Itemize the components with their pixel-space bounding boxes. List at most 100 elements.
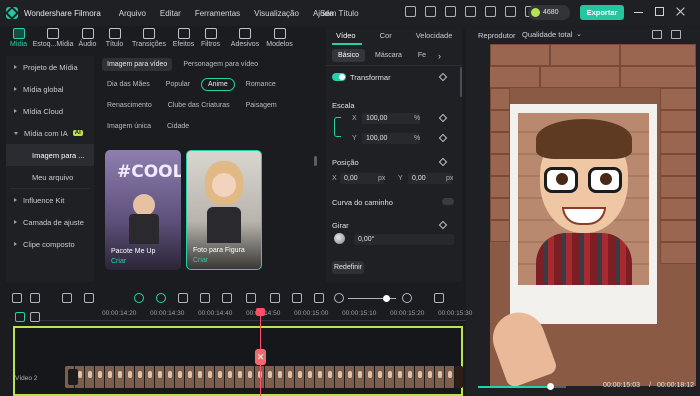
quality-select[interactable]: Qualidade total — [522, 30, 572, 39]
sidebar-item-my-files[interactable]: Meu arquivo — [6, 166, 94, 188]
subtitle-icon[interactable] — [292, 293, 302, 303]
sidebar-item-image-to-video[interactable]: Imagem para ... — [6, 144, 94, 166]
split-tool-icon[interactable] — [30, 293, 40, 303]
undo-icon[interactable] — [62, 293, 72, 303]
content-scrollbar[interactable] — [314, 156, 317, 166]
tab-character-to-video[interactable]: Personagem para vídeo — [178, 58, 263, 71]
subtab-basic[interactable]: Básico — [332, 49, 366, 62]
keyframe-diamond-icon[interactable] — [438, 157, 448, 167]
subtab-more[interactable]: Fe — [412, 49, 432, 62]
seekbar-knob[interactable] — [547, 383, 555, 390]
template-card-pack-me-up[interactable]: #COOL Pacote Me Up Criar — [105, 150, 181, 270]
fullscreen-icon[interactable] — [671, 30, 681, 39]
select-tool-icon[interactable] — [12, 293, 22, 303]
keyframe-diamond-icon[interactable] — [438, 133, 448, 143]
minimize-icon[interactable] — [634, 7, 643, 13]
maximize-icon[interactable] — [655, 7, 664, 16]
zoom-knob[interactable] — [383, 295, 391, 302]
video-clip[interactable] — [65, 366, 463, 388]
sidebar-item-global-media[interactable]: Mídia global — [6, 78, 94, 100]
rotate-dial[interactable] — [334, 233, 345, 244]
link-icon[interactable] — [15, 312, 25, 322]
zoom-in-icon[interactable] — [402, 293, 412, 303]
keyframe-diamond-icon[interactable] — [438, 113, 448, 123]
gift-icon[interactable] — [405, 6, 416, 17]
tab-transitions[interactable]: Transições — [129, 27, 169, 53]
redo-icon[interactable] — [84, 293, 94, 303]
layout-icon[interactable] — [314, 293, 324, 303]
tab-color[interactable]: Cor — [380, 31, 392, 40]
tab-media[interactable]: Mídia — [6, 27, 31, 53]
close-icon[interactable] — [676, 7, 685, 16]
export-button[interactable]: Exportar — [580, 5, 624, 20]
save-icon[interactable] — [465, 6, 476, 17]
filter-city[interactable]: Cidade — [162, 120, 194, 133]
sidebar-item-influence-kit[interactable]: Influence Kit — [6, 189, 94, 211]
ai-tool-icon[interactable] — [156, 293, 166, 303]
keyframe-diamond-icon[interactable] — [438, 72, 448, 82]
scale-x-input[interactable]: 100,00 — [362, 113, 420, 124]
video-preview[interactable] — [490, 44, 696, 386]
sidebar-item-project-media[interactable]: Projeto de Mídia — [6, 56, 94, 78]
tab-filters[interactable]: Filtros — [198, 27, 223, 53]
subtab-mask[interactable]: Máscara — [369, 49, 408, 62]
cloud-icon[interactable] — [485, 6, 496, 17]
headset-icon[interactable] — [505, 6, 516, 17]
snapshot-icon[interactable] — [178, 293, 188, 303]
flag-icon[interactable] — [425, 6, 436, 17]
zoom-out-icon[interactable] — [334, 293, 344, 303]
layout-icon[interactable] — [445, 6, 456, 17]
transform-toggle[interactable] — [332, 73, 346, 81]
path-curve-toggle[interactable] — [442, 198, 454, 205]
record-icon[interactable] — [200, 293, 210, 303]
music-icon[interactable] — [270, 293, 280, 303]
tab-audio[interactable]: Áudio — [75, 27, 100, 53]
filter-renaissance[interactable]: Renascimento — [102, 99, 157, 112]
sidebar-item-ai-media[interactable]: Mídia com IA AI — [6, 122, 94, 144]
track-manage-icon[interactable] — [30, 312, 40, 322]
tab-stock-media[interactable]: Estoq...Mídia — [33, 27, 73, 53]
filter-single-image[interactable]: Imagem única — [102, 120, 156, 133]
chevron-down-icon[interactable]: ⌄ — [576, 30, 582, 38]
filter-romance[interactable]: Romance — [241, 78, 281, 91]
tab-stickers[interactable]: Adesivos — [225, 27, 265, 53]
menu-visualizacao[interactable]: Visualização — [254, 9, 299, 18]
scale-y-input[interactable]: 100,00 — [362, 133, 420, 144]
sidebar-item-cloud-media[interactable]: Mídia Cloud — [6, 100, 94, 122]
video-track[interactable] — [13, 326, 463, 396]
reset-button[interactable]: Redefinir — [332, 261, 364, 274]
menu-editar[interactable]: Editar — [160, 9, 181, 18]
card-create-link[interactable]: Criar — [193, 257, 208, 264]
tab-speed[interactable]: Velocidade — [416, 31, 453, 40]
tab-effects[interactable]: Efeitos — [171, 27, 196, 53]
playhead-handle[interactable] — [256, 308, 265, 316]
card-create-link[interactable]: Criar — [111, 258, 126, 265]
shield-icon[interactable] — [222, 293, 232, 303]
template-card-photo-to-figure[interactable]: Foto para Figura Criar — [186, 150, 262, 270]
sidebar-item-compound-clip[interactable]: Clipe composto — [6, 233, 94, 255]
tab-templates[interactable]: Modelos — [266, 27, 293, 53]
tab-image-to-video[interactable]: Imagem para vídeo — [102, 58, 173, 71]
playhead-split-icon[interactable]: ✕ — [255, 349, 266, 365]
filter-creature-club[interactable]: Clube das Criaturas — [163, 99, 235, 112]
snapshot-icon[interactable] — [652, 30, 662, 39]
timeline-ruler[interactable]: 00:00:14:20 00:00:14:30 00:00:14:40 00:0… — [0, 308, 472, 324]
microphone-icon[interactable] — [246, 293, 256, 303]
filter-landscape[interactable]: Paisagem — [241, 99, 282, 112]
grid-icon[interactable] — [434, 293, 444, 303]
credits-badge[interactable]: 4680 — [528, 5, 570, 20]
link-scale-icon[interactable] — [334, 117, 341, 137]
sidebar-item-adjustment-layer[interactable]: Camada de ajuste — [6, 211, 94, 233]
filter-popular[interactable]: Popular — [161, 78, 195, 91]
chevron-right-icon[interactable]: › — [438, 51, 441, 61]
filter-anime[interactable]: Anime — [200, 78, 235, 91]
tab-title[interactable]: Título — [102, 27, 127, 53]
filter-mothers-day[interactable]: Dia das Mães — [102, 78, 155, 91]
ai-edit-icon[interactable] — [134, 293, 144, 303]
menu-ferramentas[interactable]: Ferramentas — [195, 9, 240, 18]
props-scrollbar[interactable] — [460, 67, 462, 97]
keyframe-diamond-icon[interactable] — [438, 220, 448, 230]
menu-arquivo[interactable]: Arquivo — [119, 9, 146, 18]
tab-video[interactable]: Vídeo — [336, 31, 356, 40]
rotate-input[interactable]: 0,00° — [354, 234, 454, 245]
